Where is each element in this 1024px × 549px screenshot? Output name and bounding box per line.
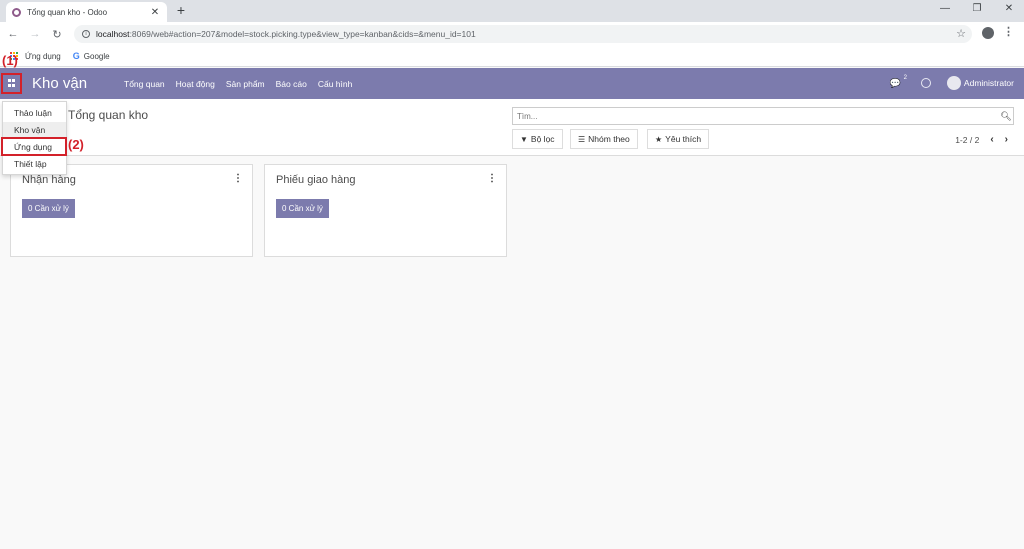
star-icon: ★ — [655, 134, 663, 144]
pager-value[interactable]: 1-2 / 2 — [955, 135, 979, 145]
filter-button[interactable]: ▼ Bộ lọc — [512, 129, 563, 149]
chevron-left-icon[interactable]: ‹ — [990, 134, 993, 145]
user-avatar[interactable] — [946, 76, 961, 90]
bookmark-star-icon[interactable]: ☆ — [956, 27, 966, 40]
control-panel: Tổng quan kho 🔍︎ ▼ Bộ lọc ☰ Nhóm theo ★ … — [0, 99, 1024, 156]
annotation-label-2: (2) — [68, 137, 84, 152]
annotation-box-1 — [1, 73, 22, 94]
activity-clock-icon[interactable] — [920, 78, 931, 88]
menu-item-overview[interactable]: Tổng quan — [124, 79, 165, 89]
card-title[interactable]: Phiếu giao hàng — [276, 174, 356, 186]
user-name[interactable]: Administrator — [964, 78, 1014, 88]
kanban-card[interactable]: Nhận hàng ⋮ 0 Cần xử lý — [10, 164, 253, 257]
menu-item-configuration[interactable]: Cấu hình — [318, 79, 353, 89]
menu-item-reports[interactable]: Báo cáo — [276, 79, 307, 89]
search-box: 🔍︎ — [512, 107, 1014, 125]
forward-arrow-icon[interactable]: → — [26, 28, 44, 40]
annotation-label-1: (1) — [2, 53, 18, 68]
restore-icon[interactable]: ❐ — [962, 3, 992, 14]
dropdown-item-settings[interactable]: Thiết lập — [3, 156, 66, 173]
address-bar[interactable]: i localhost:8069/web#action=207&model=st… — [74, 25, 972, 43]
tab-title: Tổng quan kho - Odoo — [27, 7, 108, 17]
google-icon: G — [72, 51, 80, 61]
menu-item-operations[interactable]: Hoạt động — [176, 79, 215, 89]
main-menu: Tổng quan Hoạt động Sản phẩm Báo cáo Cấu… — [124, 79, 363, 89]
minimize-icon[interactable]: — — [930, 3, 960, 14]
to-process-button[interactable]: 0 Cần xử lý — [22, 199, 75, 218]
reload-icon[interactable]: ↻ — [48, 28, 66, 41]
dropdown-item-discuss[interactable]: Thảo luận — [3, 105, 66, 122]
breadcrumb: Tổng quan kho — [68, 108, 149, 122]
odoo-favicon-icon — [12, 7, 21, 17]
new-tab-button[interactable]: + — [174, 3, 188, 17]
chat-icon[interactable]: 💬 2 — [890, 75, 907, 89]
chevron-right-icon[interactable]: › — [1005, 134, 1008, 145]
chat-count-badge: 2 — [903, 74, 907, 81]
close-window-icon[interactable]: ✕ — [994, 3, 1024, 14]
kanban-card[interactable]: Phiếu giao hàng ⋮ 0 Cần xử lý — [264, 164, 507, 257]
favorites-button[interactable]: ★ Yêu thích — [647, 129, 710, 149]
group-by-button[interactable]: ☰ Nhóm theo — [570, 129, 638, 149]
list-icon: ☰ — [578, 134, 586, 144]
browser-toolbar: ← → ↻ i localhost:8069/web#action=207&mo… — [0, 22, 1024, 46]
browser-menu-icon[interactable]: ⋮ — [1003, 25, 1014, 38]
url-text[interactable]: localhost:8069/web#action=207&model=stoc… — [96, 29, 476, 39]
filter-icon: ▼ — [520, 134, 528, 144]
bookmark-label: Google — [83, 51, 110, 61]
card-menu-icon[interactable]: ⋮ — [487, 173, 497, 184]
app-brand[interactable]: Kho vận — [32, 75, 87, 92]
navbar-systray: 💬 2 Administrator — [890, 75, 1014, 90]
card-title[interactable]: Nhận hàng — [22, 174, 76, 186]
back-arrow-icon[interactable]: ← — [4, 28, 22, 40]
odoo-navbar: Kho vận Tổng quan Hoạt động Sản phẩm Báo… — [0, 68, 1024, 99]
browser-tab[interactable]: Tổng quan kho - Odoo ✕ — [6, 2, 167, 22]
bookmark-google[interactable]: G Google — [73, 51, 110, 61]
site-info-icon[interactable]: i — [82, 30, 90, 38]
search-icon[interactable]: 🔍︎ — [999, 111, 1013, 122]
card-menu-icon[interactable]: ⋮ — [233, 173, 243, 184]
annotation-box-2 — [1, 137, 67, 156]
bookmark-label: Ứng dụng — [25, 51, 61, 61]
to-process-button[interactable]: 0 Cần xử lý — [276, 199, 329, 218]
pager: 1-2 / 2 ‹ › — [955, 134, 1008, 145]
tab-close-icon[interactable]: ✕ — [149, 7, 161, 18]
search-input[interactable] — [517, 111, 999, 121]
bookmarks-bar: Ứng dụng G Google — [0, 46, 1024, 67]
browser-tab-strip: Tổng quan kho - Odoo ✕ + — ❐ ✕ — [0, 0, 1024, 22]
profile-avatar-icon[interactable] — [982, 27, 994, 39]
menu-item-products[interactable]: Sản phẩm — [226, 79, 265, 89]
